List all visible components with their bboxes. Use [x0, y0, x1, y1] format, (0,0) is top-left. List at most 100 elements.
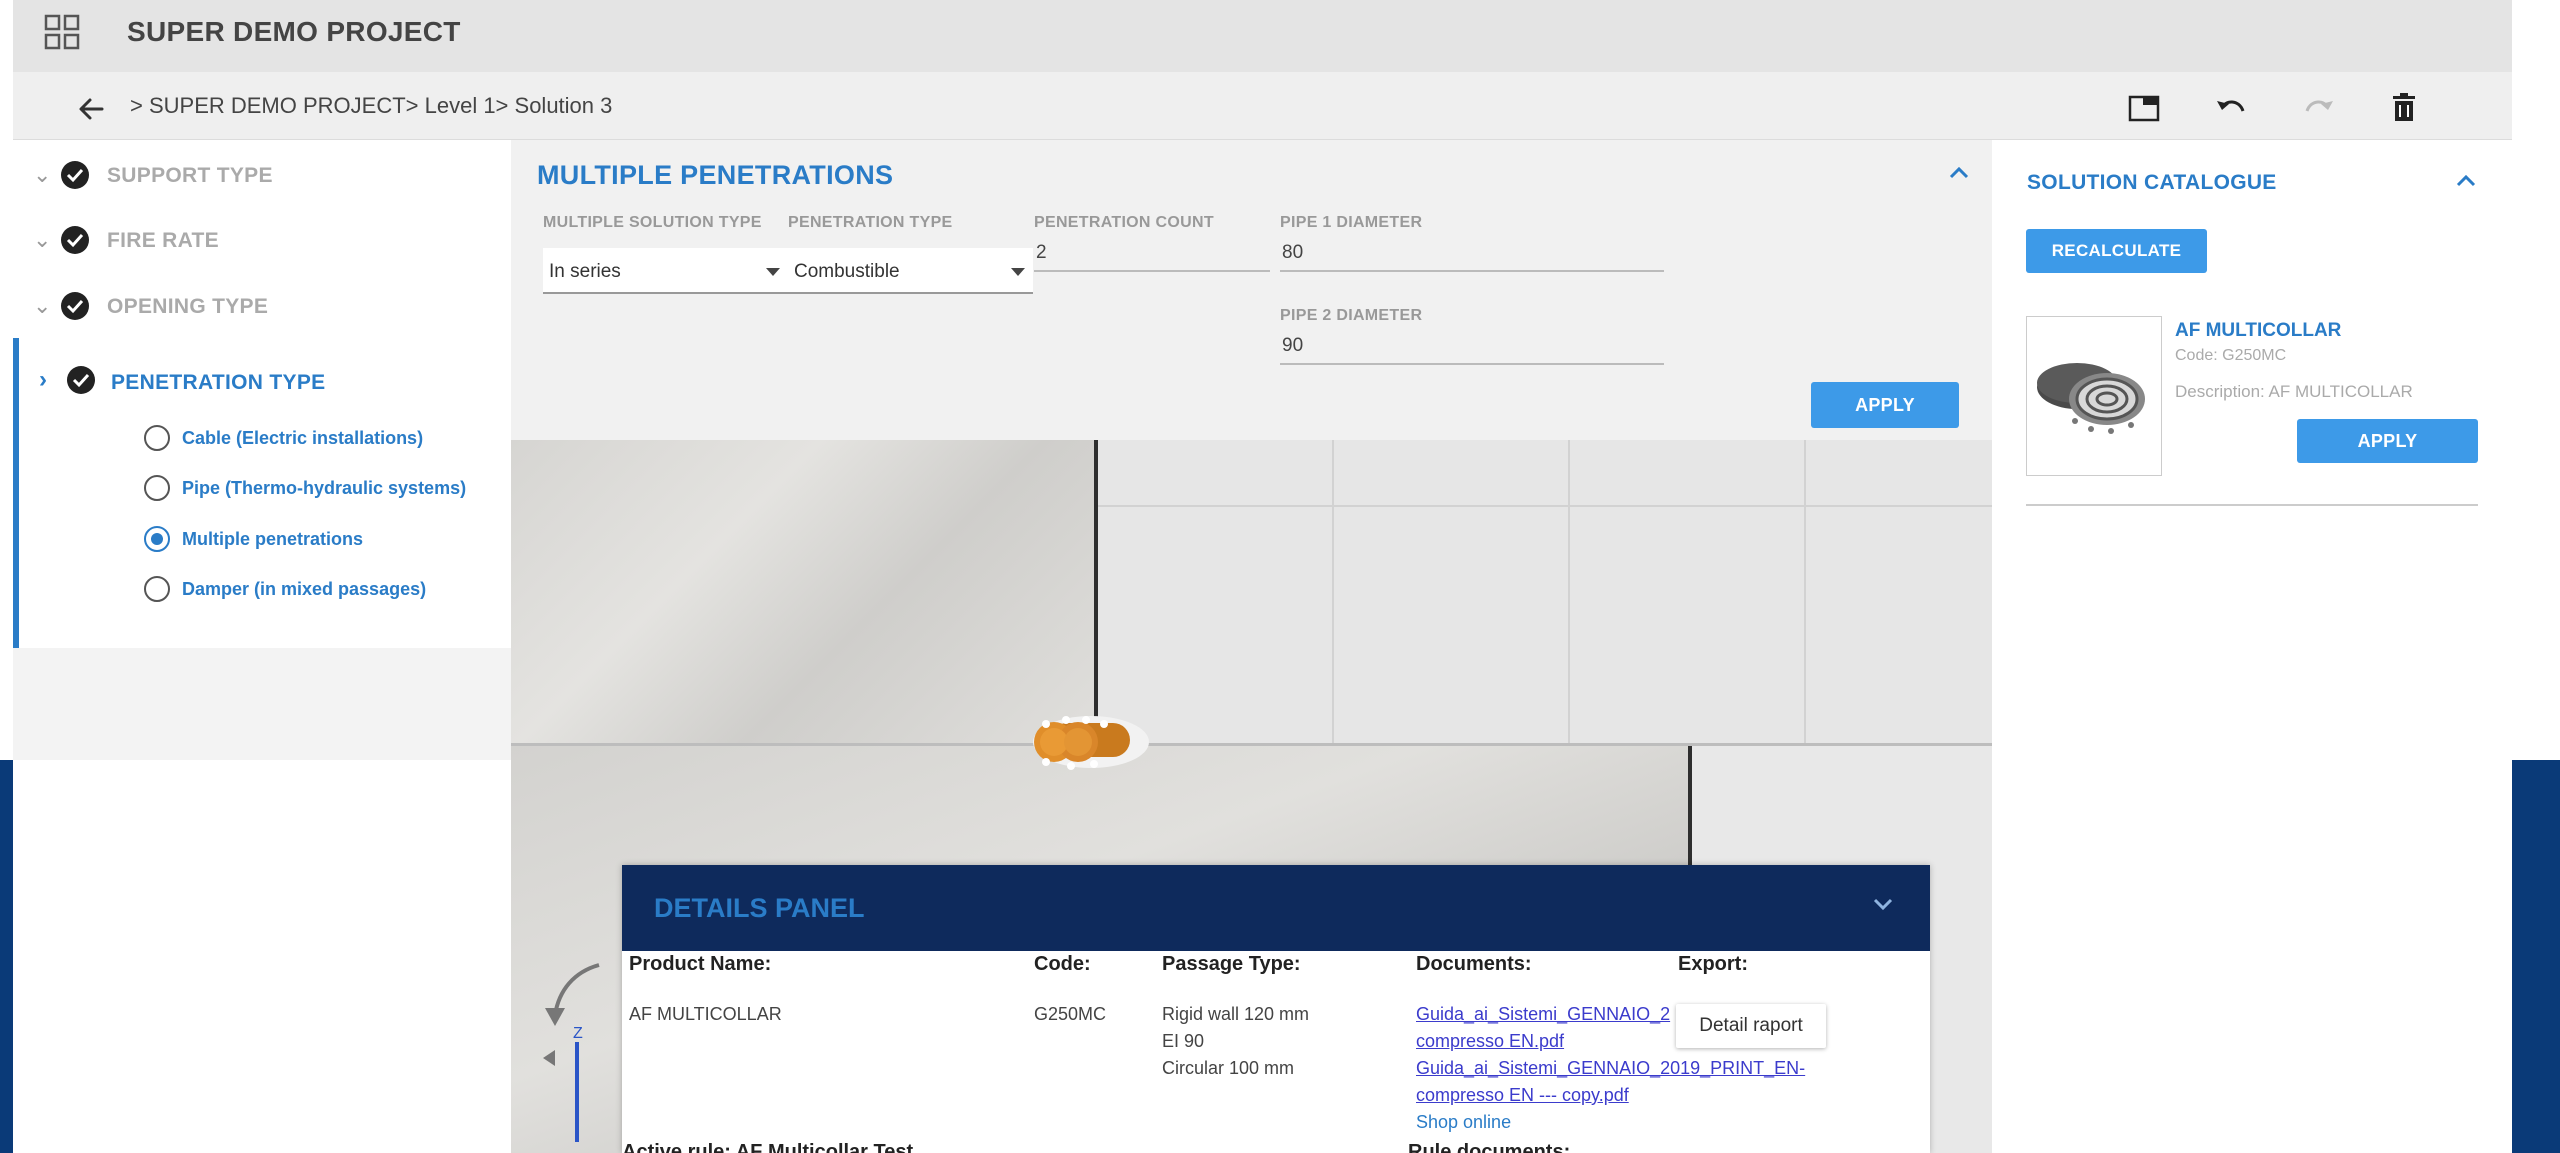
axis-gizmo[interactable]: Z [529, 960, 609, 1153]
detail-report-button[interactable]: Detail raport [1676, 1004, 1826, 1048]
radio-option-pipe[interactable]: Pipe (Thermo-hydraulic systems) [144, 467, 514, 507]
step-penetration-type: › PENETRATION TYPE Cable (Electric insta… [13, 338, 511, 648]
chevron-up-icon[interactable] [2455, 168, 2477, 194]
select-value: In series [549, 261, 621, 282]
details-header[interactable]: DETAILS PANEL [622, 865, 1930, 951]
radio-option-cable[interactable]: Cable (Electric installations) [144, 417, 514, 457]
chevron-right-icon: › [39, 366, 47, 393]
step-support-type[interactable]: ⌄ SUPPORT TYPE [13, 144, 511, 206]
chevron-up-icon[interactable] [1948, 160, 1970, 186]
window-icon[interactable] [2126, 90, 2162, 126]
radio-label: Cable (Electric installations) [182, 428, 424, 448]
penetration-count-input[interactable]: 2 [1034, 238, 1270, 272]
step-opening-type[interactable]: ⌄ OPENING TYPE [13, 275, 511, 337]
step-label: FIRE RATE [107, 229, 219, 252]
chevron-down-icon[interactable] [1872, 891, 1894, 917]
radio-button[interactable] [144, 425, 170, 451]
product-code: Code: G250MC [2175, 347, 2287, 364]
arrow-left-icon[interactable] [74, 92, 108, 126]
redo-icon[interactable] [2301, 90, 2337, 126]
passage-line: Rigid wall 120 mm [1162, 1004, 1310, 1024]
step-fire-rate[interactable]: ⌄ FIRE RATE [13, 209, 511, 271]
document-link[interactable]: compresso EN.pdf [1416, 1028, 1564, 1055]
pipe2-diameter-input[interactable]: 90 [1280, 331, 1664, 365]
active-rule: Active rule: AF Multicollar Test [622, 1141, 914, 1153]
column-header: Code: [1034, 953, 1091, 975]
column-header: Documents: [1416, 953, 1532, 975]
catalogue-apply-button[interactable]: APPLY [2297, 419, 2478, 463]
step-label: SUPPORT TYPE [107, 164, 273, 187]
passage-line: EI 90 [1162, 1031, 1205, 1051]
field-label: PENETRATION TYPE [788, 214, 953, 231]
step-label: OPENING TYPE [107, 295, 269, 318]
wall-edge [1094, 440, 1098, 745]
page-background-blue [0, 760, 13, 1153]
document-link[interactable]: Guida_ai_Sistemi_GENNAIO_2019_PRINT_EN- [1416, 1055, 1805, 1082]
undo-icon[interactable] [2213, 90, 2249, 126]
steps-panel-footer [13, 648, 511, 760]
radio-button[interactable] [144, 475, 170, 501]
radio-option-multiple[interactable]: Multiple penetrations [144, 518, 514, 558]
check-circle-icon [61, 226, 89, 254]
wall-tiles [1096, 440, 1992, 745]
step-label: PENETRATION TYPE [111, 371, 326, 394]
details-panel: DETAILS PANEL Product Name: Code: Passag… [622, 865, 1930, 1153]
solution-catalogue-panel [1992, 140, 2512, 1153]
step-penetration-type-header[interactable]: › PENETRATION TYPE [19, 338, 517, 400]
rule-documents-label: Rule documents: [1408, 1141, 1571, 1153]
chevron-down-icon: ⌄ [33, 293, 52, 318]
column-header: Product Name: [629, 953, 772, 975]
radio-button[interactable] [144, 576, 170, 602]
tile-line [1332, 440, 1334, 745]
check-circle-icon [61, 292, 89, 320]
field-label: PENETRATION COUNT [1034, 214, 1214, 231]
document-link[interactable]: compresso EN --- copy.pdf [1416, 1082, 1629, 1109]
radio-label: Damper (in mixed passages) [182, 579, 427, 599]
details-title: DETAILS PANEL [654, 893, 865, 923]
page-background-blue [2512, 760, 2560, 1153]
catalogue-title: SOLUTION CATALOGUE [2027, 171, 2277, 194]
product-name[interactable]: AF MULTICOLLAR [2175, 320, 2341, 342]
code-value: G250MC [1034, 1004, 1107, 1024]
apply-button[interactable]: APPLY [1811, 382, 1959, 428]
recalculate-button[interactable]: RECALCULATE [2026, 229, 2207, 273]
project-title: SUPER DEMO PROJECT [127, 16, 461, 47]
input-value: 2 [1036, 242, 1047, 263]
page-background [0, 0, 13, 760]
wall-surface [511, 440, 1096, 745]
radio-button-selected[interactable] [144, 526, 170, 552]
field-label: MULTIPLE SOLUTION TYPE [543, 214, 762, 231]
penetration-type-select[interactable]: Combustible [788, 248, 1033, 294]
multiple-solution-type-select[interactable]: In series [543, 248, 788, 294]
passage-line: Circular 100 mm [1162, 1058, 1295, 1078]
input-value: 90 [1282, 335, 1304, 356]
document-link[interactable]: Guida_ai_Sistemi_GENNAIO_2 [1416, 1001, 1670, 1028]
pipe1-diameter-input[interactable]: 80 [1280, 238, 1664, 272]
check-circle-icon [67, 366, 95, 394]
product-name-value: AF MULTICOLLAR [629, 1004, 782, 1024]
divider [2026, 504, 2478, 506]
tile-line [1096, 505, 1992, 507]
input-value: 80 [1282, 242, 1304, 263]
tile-line [1568, 440, 1570, 745]
column-header: Passage Type: [1162, 953, 1301, 975]
page-background [2512, 0, 2560, 760]
check-circle-icon [61, 161, 89, 189]
svg-text:Z: Z [573, 1025, 583, 1042]
product-description: Description: AF MULTICOLLAR [2175, 382, 2413, 401]
column-header: Export: [1678, 953, 1748, 975]
wall-floor-seam [511, 743, 1992, 746]
radio-option-damper[interactable]: Damper (in mixed passages) [144, 568, 514, 608]
breadcrumb[interactable]: > SUPER DEMO PROJECT> Level 1> Solution … [130, 93, 612, 119]
pipe-model[interactable] [1016, 712, 1166, 772]
apps-grid-icon[interactable] [44, 14, 80, 50]
select-value: Combustible [794, 261, 900, 282]
caret-down-icon [766, 268, 780, 276]
shop-online-link[interactable]: Shop online [1416, 1109, 1511, 1136]
field-label: PIPE 2 DIAMETER [1280, 307, 1423, 324]
caret-down-icon [1011, 268, 1025, 276]
radio-label: Multiple penetrations [182, 529, 364, 549]
trash-icon[interactable] [2386, 90, 2422, 126]
config-title: MULTIPLE PENETRATIONS [537, 160, 894, 190]
chevron-down-icon: ⌄ [33, 227, 52, 252]
